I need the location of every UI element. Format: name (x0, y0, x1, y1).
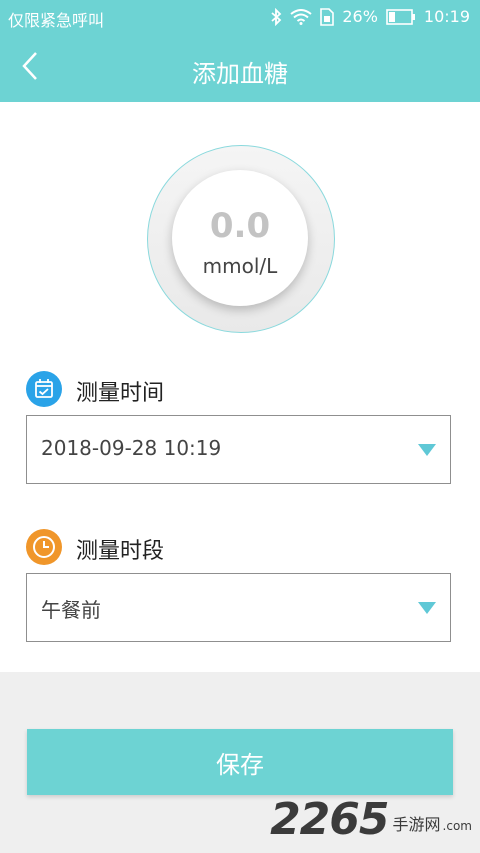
measure-time-label-row: 测量时间 (26, 371, 164, 411)
save-button[interactable]: 保存 (27, 729, 453, 795)
status-icons: 26% 10:19 (270, 7, 470, 26)
status-bar: 仅限紧急呼叫 26% 10:19 (0, 0, 480, 34)
measure-period-value: 午餐前 (41, 598, 101, 622)
battery-percent: 26% (342, 7, 378, 26)
page-title: 添加血糖 (192, 60, 288, 88)
measure-time-label: 测量时间 (76, 381, 165, 406)
reading-unit: mmol/L (202, 254, 278, 278)
app-bar: 添加血糖 (0, 34, 480, 102)
reading-dial[interactable]: 0.0 mmol/L (172, 170, 308, 306)
dropdown-arrow-icon (418, 602, 436, 614)
sim-icon (320, 7, 335, 26)
watermark-text: 手游网 .com (393, 811, 472, 835)
carrier-text: 仅限紧急呼叫 (8, 11, 105, 30)
measure-time-select[interactable]: 2018-09-28 10:19 (26, 415, 451, 484)
clock-icon (26, 529, 62, 569)
measure-time-value: 2018-09-28 10:19 (41, 436, 222, 460)
watermark-site-name: 手游网 (392, 815, 441, 834)
watermark-logo: 2265 手游网 .com (270, 794, 472, 845)
clock-time: 10:19 (423, 7, 470, 26)
dropdown-arrow-icon (418, 444, 436, 456)
calendar-icon (26, 371, 62, 411)
watermark-domain: .com (442, 819, 472, 833)
bluetooth-icon (270, 7, 282, 26)
measure-period-label-row: 测量时段 (26, 529, 164, 569)
battery-icon (386, 8, 416, 25)
watermark-number: 2265 (270, 794, 389, 845)
form-panel: 0.0 mmol/L 测量时间 2018-09-28 10:19 测量时段 午餐… (0, 102, 480, 672)
wifi-icon (290, 8, 312, 25)
measure-period-select[interactable]: 午餐前 (26, 573, 451, 642)
reading-value: 0.0 (209, 206, 271, 246)
measure-period-label: 测量时段 (76, 539, 165, 564)
